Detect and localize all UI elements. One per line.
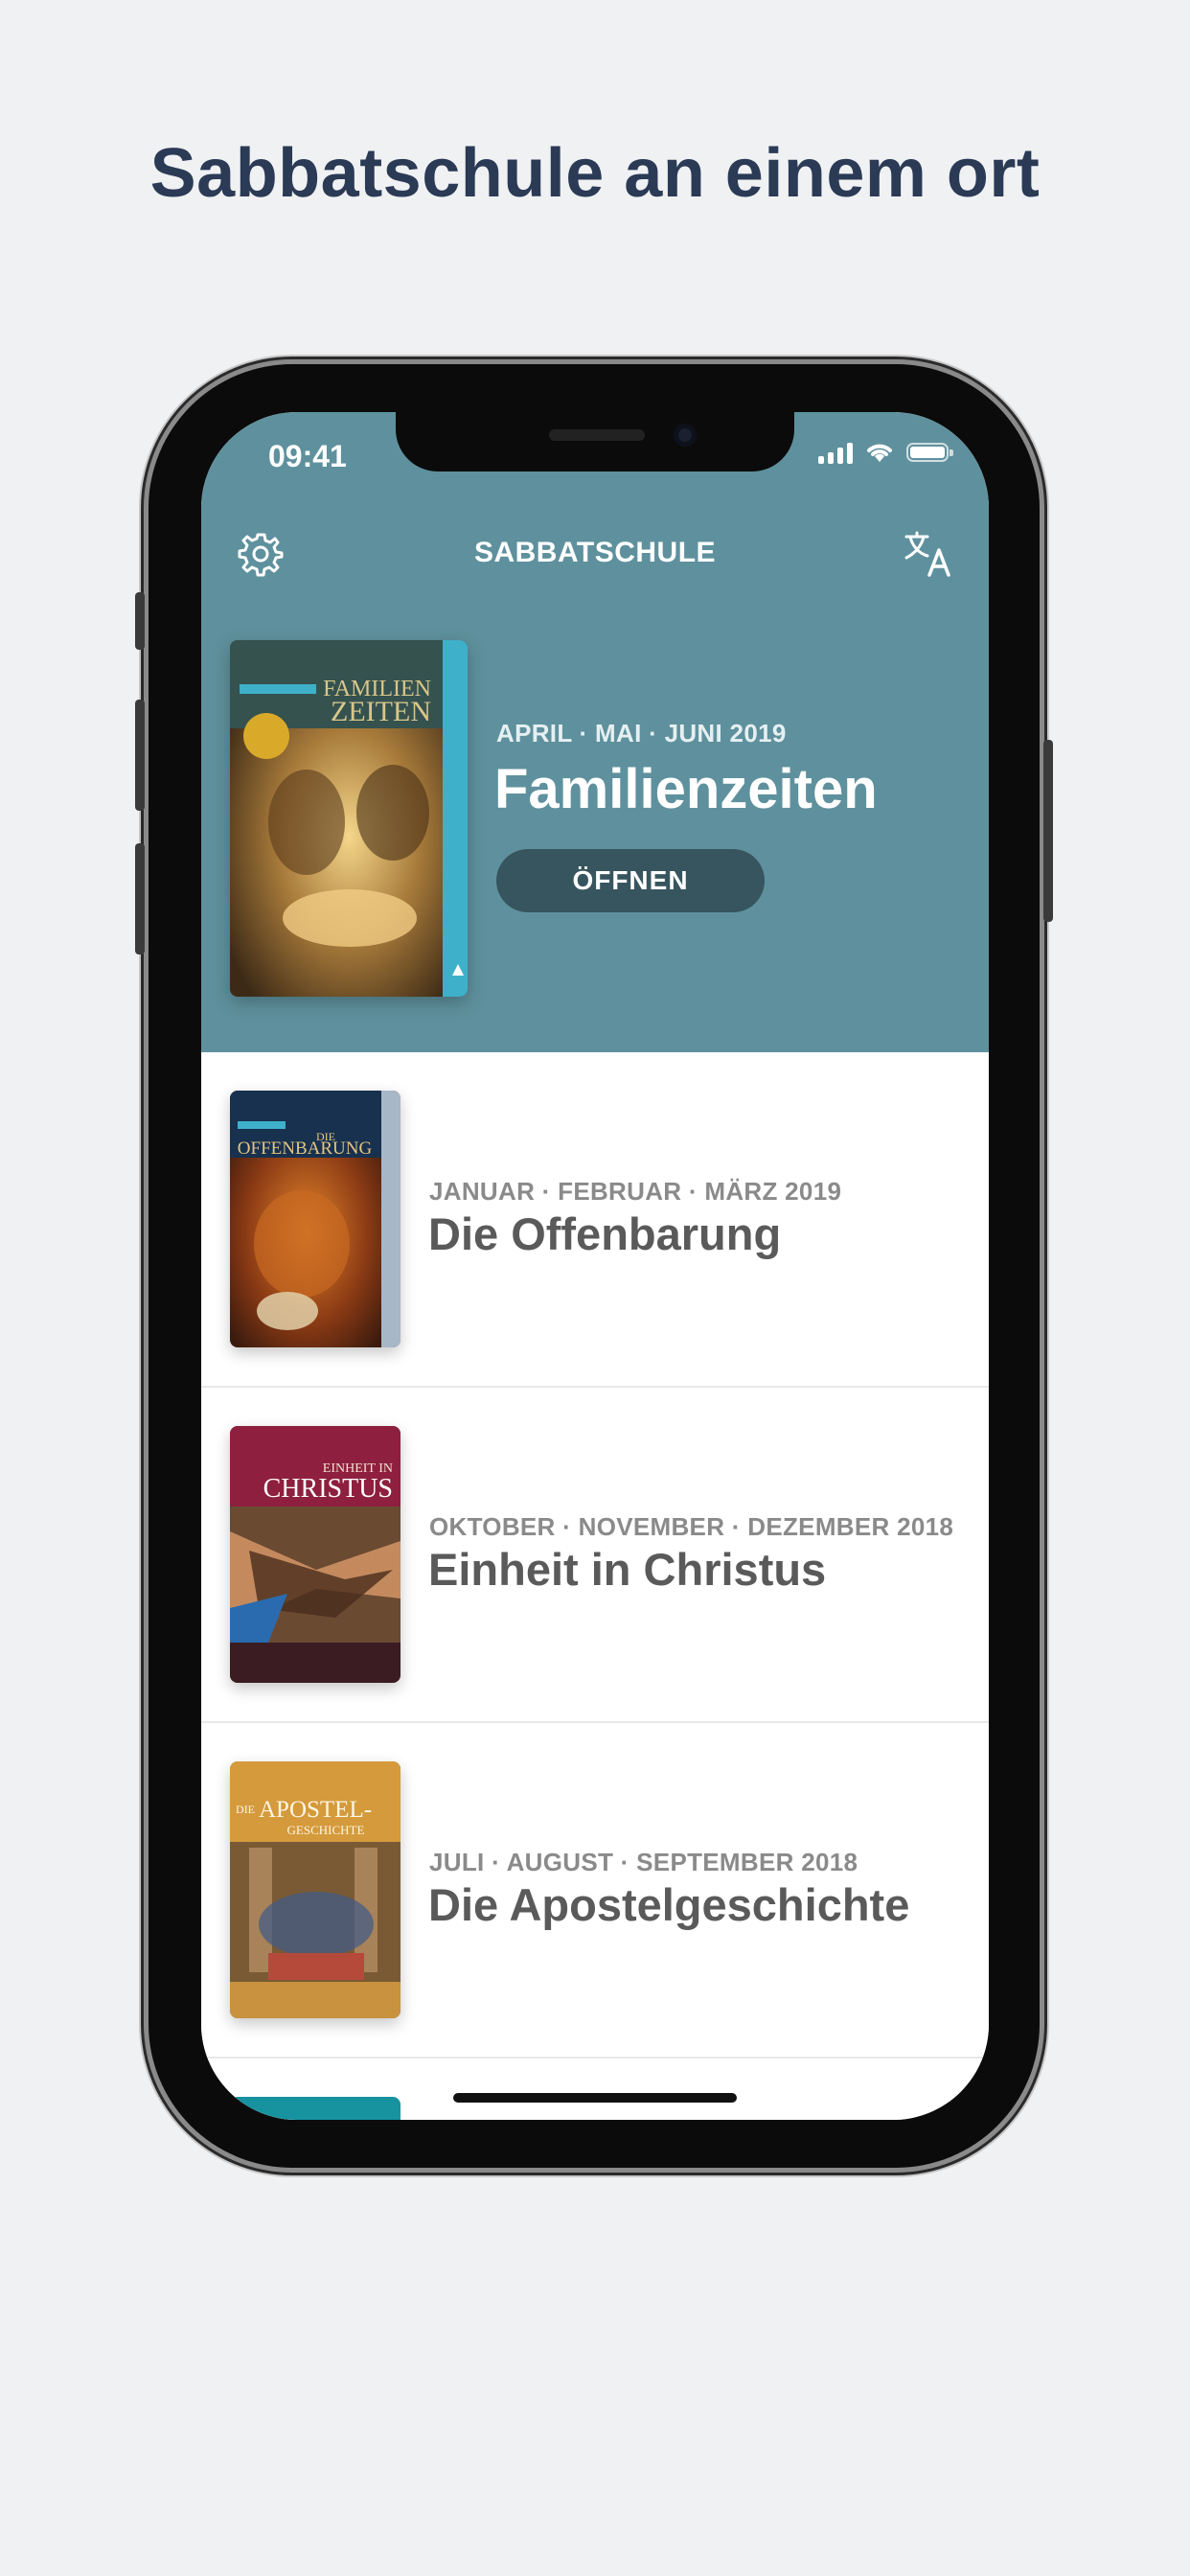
cover-title-small: DIE bbox=[236, 1803, 255, 1816]
mute-switch bbox=[135, 592, 145, 650]
featured-dates: APRIL · MAI · JUNI 2019 bbox=[496, 719, 787, 748]
volume-down-button bbox=[135, 843, 145, 954]
volume-up-button bbox=[135, 700, 145, 811]
lesson-dates: JULI · AUGUST · SEPTEMBER 2018 bbox=[429, 1848, 858, 1876]
notch bbox=[396, 412, 794, 472]
power-button bbox=[1043, 740, 1053, 922]
wifi-icon bbox=[867, 444, 892, 462]
page-headline: Sabbatschule an einem ort bbox=[149, 135, 1041, 212]
cover-title-line2: ZEITEN bbox=[331, 696, 431, 727]
lesson-cover-image: DIE APOSTEL- GESCHICHTE bbox=[230, 1761, 400, 2018]
lesson-row[interactable]: EINHEIT IN CHRISTUS OKTOBER · NOVEMBER ·… bbox=[201, 1388, 989, 1723]
app-screen: 09:41 SABBATSCHULE FAMILIEN ZEITEN APRIL… bbox=[201, 412, 989, 2120]
lesson-title: Die Apostelgeschichte bbox=[428, 1879, 910, 1930]
lesson-dates: OKTOBER · NOVEMBER · DEZEMBER 2018 bbox=[429, 1512, 954, 1541]
lesson-list: DIE OFFENBARUNG JANUAR · FEBRUAR · MÄRZ … bbox=[201, 1052, 989, 2120]
lesson-title: Die Offenbarung bbox=[428, 1208, 782, 1259]
cover-title: CHRISTUS bbox=[263, 1474, 393, 1504]
nav-title: SABBATSCHULE bbox=[473, 537, 717, 568]
open-button[interactable]: ÖFFNEN bbox=[496, 849, 765, 912]
cover-title: APOSTEL- bbox=[259, 1797, 372, 1823]
battery-icon bbox=[906, 443, 953, 462]
lesson-row[interactable]: DIE OFFENBARUNG JANUAR · FEBRUAR · MÄRZ … bbox=[201, 1052, 989, 1388]
lesson-dates: JANUAR · FEBRUAR · MÄRZ 2019 bbox=[429, 1177, 842, 1206]
featured-title[interactable]: Familienzeiten bbox=[494, 757, 878, 821]
lesson-title: Einheit in Christus bbox=[428, 1544, 827, 1595]
featured-cover-image[interactable]: FAMILIEN ZEITEN bbox=[230, 640, 468, 997]
navigation-bar: SABBATSCHULE bbox=[201, 519, 989, 586]
front-camera bbox=[674, 424, 697, 447]
cover-title-2: GESCHICHTE bbox=[287, 1823, 365, 1837]
phone-frame: 09:41 SABBATSCHULE FAMILIEN ZEITEN APRIL… bbox=[135, 364, 1053, 2168]
status-icons bbox=[818, 441, 953, 464]
lesson-cover-image bbox=[230, 2097, 400, 2120]
home-indicator[interactable] bbox=[453, 2093, 737, 2103]
status-time: 09:41 bbox=[268, 439, 347, 473]
lesson-row[interactable]: DIE APOSTEL- GESCHICHTE JULI · AUGUST · … bbox=[201, 1723, 989, 2058]
lesson-cover-image: EINHEIT IN CHRISTUS bbox=[230, 1426, 400, 1683]
translate-icon[interactable] bbox=[903, 529, 954, 579]
lesson-cover-image: DIE OFFENBARUNG bbox=[230, 1091, 400, 1347]
speaker bbox=[549, 429, 645, 441]
cover-title: OFFENBARUNG bbox=[238, 1138, 373, 1159]
lesson-row-partial[interactable] bbox=[201, 2058, 989, 2120]
signal-icon bbox=[818, 441, 853, 464]
featured-section: 09:41 SABBATSCHULE FAMILIEN ZEITEN APRIL… bbox=[201, 412, 989, 1052]
